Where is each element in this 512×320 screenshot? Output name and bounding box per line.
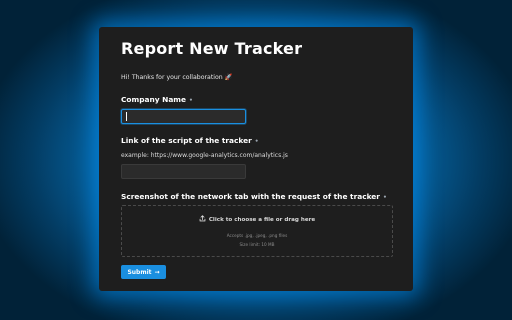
required-marker: •: [254, 138, 259, 145]
file-dropzone[interactable]: Click to choose a file or drag here Acce…: [121, 205, 393, 257]
arrow-right-icon: →: [154, 268, 160, 276]
screenshot-label: Screenshot of the network tab with the r…: [121, 192, 387, 201]
submit-button-label: Submit: [127, 268, 152, 276]
report-form-card: Report New Tracker Hi! Thanks for your c…: [99, 27, 413, 291]
company-name-label: Company Name •: [121, 95, 193, 104]
company-name-input[interactable]: [121, 109, 246, 124]
dropzone-accepts-text: Accepts .jpg, .jpeg, .png files: [226, 233, 288, 238]
page-background: Report New Tracker Hi! Thanks for your c…: [0, 0, 512, 320]
tracker-link-input[interactable]: [121, 164, 246, 179]
upload-icon: [199, 215, 206, 224]
dropzone-size-limit: Size limit: 10 MB: [239, 242, 275, 247]
text-cursor: [126, 112, 127, 121]
required-marker: •: [189, 97, 193, 104]
tracker-link-example: example: https://www.google-analytics.co…: [121, 152, 288, 159]
dropzone-main-text: Click to choose a file or drag here: [208, 217, 316, 223]
tracker-link-label: Link of the script of the tracker •: [121, 136, 259, 145]
page-title: Report New Tracker: [121, 39, 303, 58]
dropzone-main: Click to choose a file or drag here: [122, 215, 392, 224]
required-marker: •: [382, 194, 387, 201]
tracker-link-label-text: Link of the script of the tracker: [121, 136, 252, 145]
screenshot-label-text: Screenshot of the network tab with the r…: [121, 192, 380, 201]
company-name-label-text: Company Name: [121, 95, 187, 104]
submit-button[interactable]: Submit →: [121, 265, 166, 279]
intro-text: Hi! Thanks for your collaboration 🚀: [121, 74, 233, 81]
